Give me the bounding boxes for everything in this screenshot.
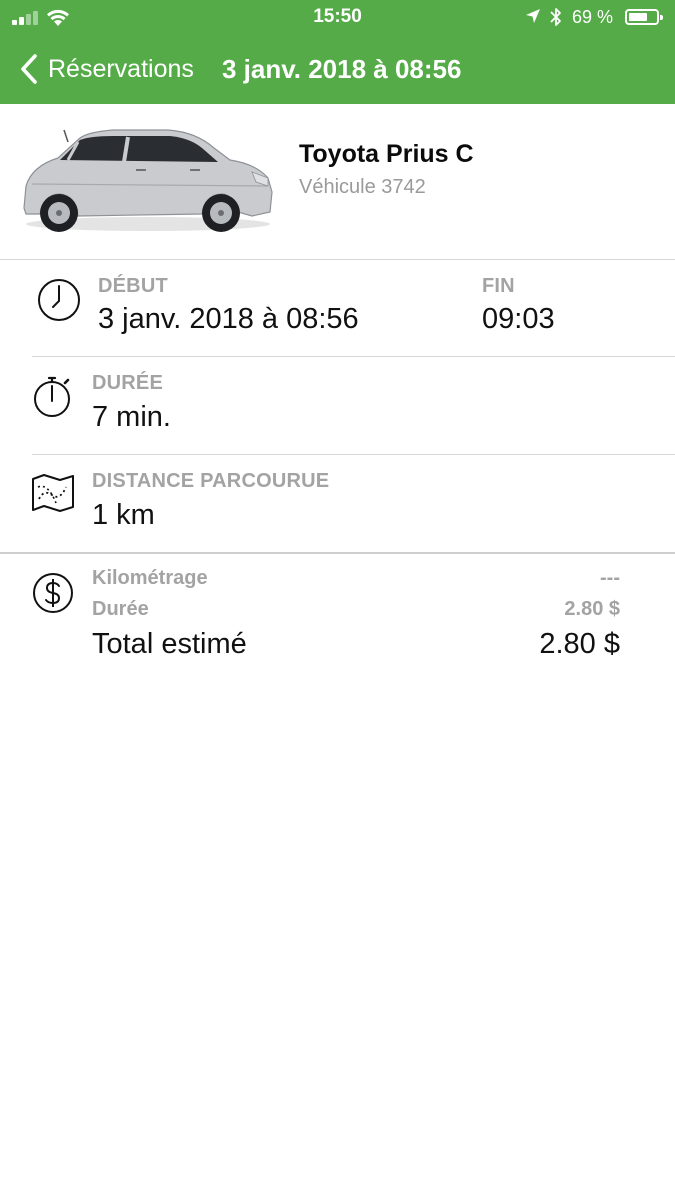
- dollar-circle-icon: [33, 573, 73, 613]
- header: 15:50 69 % Réservations 3 janv. 2018 à 0…: [0, 0, 675, 104]
- duration-fee-value: 2.80 $: [564, 598, 620, 620]
- vehicle-card: Toyota Prius C Véhicule 3742: [0, 104, 675, 260]
- duration-value: 7 min.: [92, 401, 171, 433]
- total-label: Total estimé: [92, 628, 247, 660]
- total-row: Total estimé 2.80 $: [92, 628, 620, 664]
- distance-value: 1 km: [92, 499, 155, 531]
- map-route-icon: [32, 474, 74, 512]
- end-label: FIN: [482, 275, 515, 297]
- end-value: 09:03: [482, 303, 555, 335]
- distance-label: DISTANCE PARCOURUE: [92, 470, 330, 492]
- back-button[interactable]: Réservations: [16, 34, 194, 104]
- back-button-label: Réservations: [48, 54, 194, 83]
- navigation-bar: Réservations 3 janv. 2018 à 08:56: [0, 34, 675, 104]
- time-range-row: DÉBUT 3 janv. 2018 à 08:56 FIN 09:03: [0, 260, 675, 356]
- mileage-label: Kilométrage: [92, 567, 208, 589]
- chevron-left-icon: [21, 54, 37, 84]
- location-arrow-icon: [526, 9, 540, 23]
- duration-row: DURÉE 7 min.: [0, 357, 675, 454]
- stopwatch-icon: [34, 376, 70, 417]
- vehicle-number: Véhicule 3742: [299, 176, 426, 198]
- total-value: 2.80 $: [539, 628, 620, 660]
- start-value: 3 janv. 2018 à 08:56: [98, 303, 359, 335]
- duration-fee-row: Durée 2.80 $: [92, 598, 620, 624]
- duration-fee-label: Durée: [92, 598, 149, 620]
- page-title: 3 janv. 2018 à 08:56: [222, 54, 462, 84]
- bluetooth-icon: [550, 8, 561, 26]
- duration-label: DURÉE: [92, 372, 164, 394]
- distance-row: DISTANCE PARCOURUE 1 km: [0, 455, 675, 552]
- status-bar: 15:50 69 %: [0, 0, 675, 34]
- mileage-fee-row: Kilométrage ---: [92, 567, 620, 593]
- battery-percent: 69 %: [572, 7, 614, 27]
- start-label: DÉBUT: [98, 275, 168, 297]
- vehicle-name: Toyota Prius C: [299, 140, 474, 168]
- clock-icon: [38, 279, 80, 321]
- mileage-value: ---: [600, 567, 620, 589]
- cost-summary: Kilométrage --- Durée 2.80 $ Total estim…: [0, 552, 675, 672]
- battery-icon: [625, 9, 663, 25]
- car-image: [23, 129, 273, 232]
